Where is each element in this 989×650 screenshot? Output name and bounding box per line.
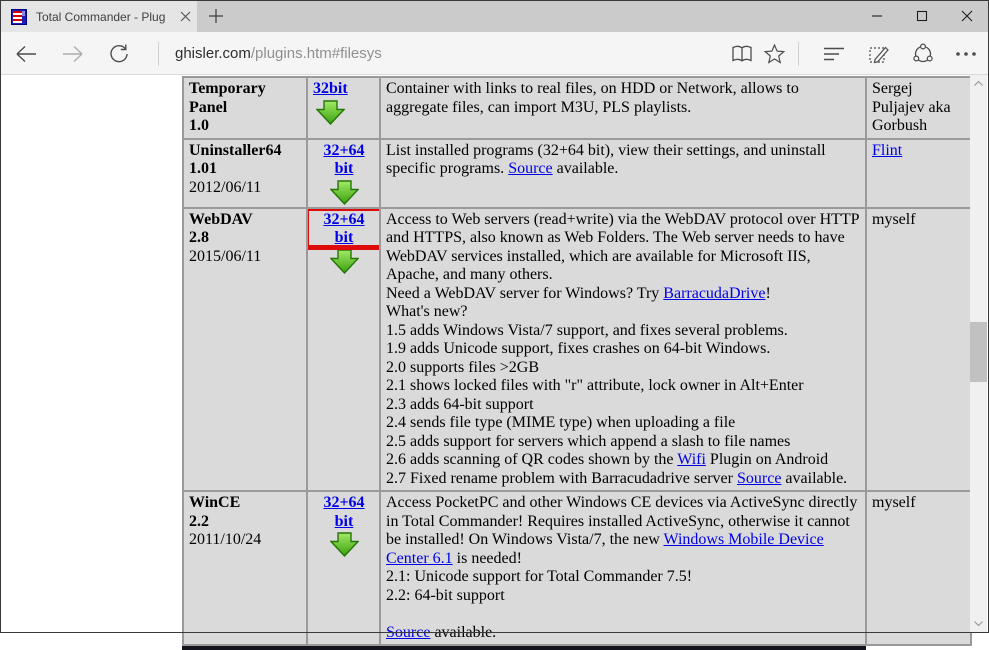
plugin-version: 1.0 bbox=[189, 117, 302, 136]
plugin-version: 1.01 bbox=[189, 160, 302, 179]
minimize-button[interactable] bbox=[854, 0, 899, 32]
close-button[interactable] bbox=[944, 0, 989, 32]
download-arrow-icon[interactable] bbox=[330, 532, 359, 557]
text-link[interactable]: Windows Mobile Device Center 6.1 bbox=[386, 531, 824, 567]
table-row: Temporary Panel 1.0 32bit Container with… bbox=[183, 77, 971, 139]
share-icon bbox=[912, 43, 934, 65]
plugin-name: WinCE bbox=[189, 494, 302, 513]
text-link[interactable]: Source bbox=[508, 160, 552, 177]
window-controls bbox=[854, 0, 989, 32]
navigation-bar: ghisler.com/plugins.htm#filesys bbox=[1, 32, 988, 75]
download-arrow-icon[interactable] bbox=[330, 249, 359, 274]
url-domain: ghisler.com bbox=[175, 45, 251, 62]
text-link[interactable]: Flint bbox=[872, 142, 902, 159]
pen-note-icon bbox=[868, 43, 890, 65]
plugin-description: Access to Web servers (read+write) via t… bbox=[380, 208, 866, 492]
plugin-name: Temporary Panel bbox=[189, 80, 302, 117]
address-divider bbox=[158, 42, 159, 66]
plugin-date: 2015/06/11 bbox=[189, 248, 302, 267]
back-arrow-icon bbox=[15, 45, 37, 63]
plugin-version: 2.2 bbox=[189, 513, 302, 532]
plugin-description: Access PocketPC and other Windows CE dev… bbox=[380, 491, 866, 645]
download-cell: 32+64 bit bbox=[307, 139, 380, 208]
address-bar[interactable]: ghisler.com/plugins.htm#filesys bbox=[175, 32, 715, 74]
plugin-date: 2012/06/11 bbox=[189, 179, 302, 198]
download-cell: 32bit bbox=[307, 77, 380, 139]
hub-lines-icon bbox=[823, 46, 845, 62]
toolbar-divider bbox=[798, 42, 799, 66]
text-link[interactable]: BarracudaDrive bbox=[663, 285, 765, 302]
download-arrow-icon[interactable] bbox=[330, 180, 359, 205]
close-icon bbox=[961, 10, 973, 22]
forward-arrow-icon bbox=[62, 45, 84, 63]
plugin-name: Uninstaller64 bbox=[189, 142, 302, 161]
more-button[interactable] bbox=[954, 42, 978, 66]
refresh-icon bbox=[108, 43, 130, 65]
download-link[interactable]: 32+64 bit bbox=[313, 142, 375, 179]
plugin-date: 2011/10/24 bbox=[189, 531, 302, 550]
maximize-icon bbox=[916, 10, 928, 22]
plugin-author: Flint bbox=[866, 139, 971, 208]
download-link[interactable]: 32+64 bit bbox=[313, 494, 375, 531]
vertical-scrollbar[interactable] bbox=[970, 75, 987, 632]
web-note-button[interactable] bbox=[867, 42, 891, 66]
plugin-name-cell: WinCE 2.2 2011/10/24 bbox=[183, 491, 307, 645]
scrollbar-thumb[interactable] bbox=[970, 322, 987, 382]
next-section-edge bbox=[182, 646, 866, 650]
text-link[interactable]: Wifi bbox=[677, 451, 706, 468]
download-link[interactable]: 32bit bbox=[313, 80, 348, 99]
forward-button[interactable] bbox=[61, 42, 85, 66]
tab-close-icon[interactable] bbox=[180, 11, 191, 22]
download-cell: 32+64 bit bbox=[307, 491, 380, 645]
plugin-description: Container with links to real files, on H… bbox=[380, 77, 866, 139]
plugin-description: List installed programs (32+64 bit), vie… bbox=[380, 139, 866, 208]
table-row: WinCE 2.2 2011/10/24 32+64 bit Access Po… bbox=[183, 491, 971, 645]
favorites-button[interactable] bbox=[762, 42, 786, 66]
table-row: WebDAV 2.8 2015/06/11 32+64 bit Access t… bbox=[183, 208, 971, 492]
plugin-author: myself bbox=[866, 491, 971, 645]
table-row: Uninstaller64 1.01 2012/06/11 32+64 bit … bbox=[183, 139, 971, 208]
back-button[interactable] bbox=[14, 42, 38, 66]
browser-tab[interactable]: Total Commander - Plug bbox=[1, 1, 197, 32]
scroll-up-button[interactable] bbox=[970, 75, 987, 92]
tab-title: Total Commander - Plug bbox=[36, 10, 174, 24]
plugin-author: myself bbox=[866, 208, 971, 492]
text-link[interactable]: Source bbox=[737, 470, 781, 487]
titlebar: Total Commander - Plug bbox=[0, 0, 989, 32]
refresh-button[interactable] bbox=[107, 42, 131, 66]
scroll-down-button[interactable] bbox=[970, 615, 987, 632]
plugin-version: 2.8 bbox=[189, 229, 302, 248]
share-button[interactable] bbox=[911, 42, 935, 66]
new-tab-button[interactable] bbox=[206, 6, 226, 26]
plugin-name-cell: Uninstaller64 1.01 2012/06/11 bbox=[183, 139, 307, 208]
ellipsis-icon bbox=[955, 51, 977, 57]
maximize-button[interactable] bbox=[899, 0, 944, 32]
plugin-name-cell: WebDAV 2.8 2015/06/11 bbox=[183, 208, 307, 492]
plugin-name-cell: Temporary Panel 1.0 bbox=[183, 77, 307, 139]
plugin-author: Sergej Puljajev aka Gorbush bbox=[866, 77, 971, 139]
plugin-name: WebDAV bbox=[189, 211, 302, 230]
download-cell: 32+64 bit bbox=[307, 208, 380, 492]
chevron-up-icon bbox=[974, 81, 983, 86]
book-icon bbox=[731, 45, 753, 63]
star-icon bbox=[764, 44, 785, 64]
minimize-icon bbox=[871, 10, 883, 22]
download-arrow-icon[interactable] bbox=[316, 100, 345, 125]
url-path: /plugins.htm#filesys bbox=[251, 45, 382, 62]
total-commander-favicon bbox=[11, 9, 27, 25]
hub-button[interactable] bbox=[822, 42, 846, 66]
click-highlight-box bbox=[307, 208, 380, 250]
plugins-table-body: Temporary Panel 1.0 32bit Container with… bbox=[183, 77, 971, 645]
reading-view-button[interactable] bbox=[730, 42, 754, 66]
chevron-down-icon bbox=[974, 621, 983, 626]
text-link[interactable]: Source bbox=[386, 624, 430, 641]
page-content: Temporary Panel 1.0 32bit Container with… bbox=[1, 75, 988, 632]
plugins-table: Temporary Panel 1.0 32bit Container with… bbox=[182, 76, 972, 646]
